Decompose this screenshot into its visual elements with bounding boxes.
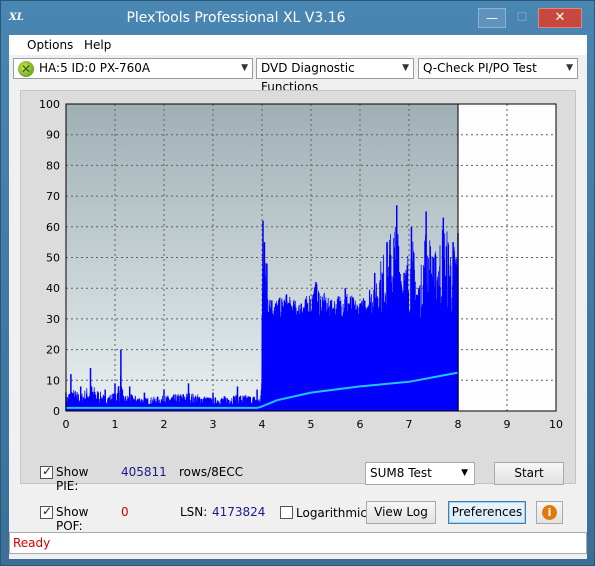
function-select[interactable]: DVD Diagnostic Functions ▼: [256, 58, 414, 94]
start-button[interactable]: Start: [494, 462, 564, 485]
x-tick-label: 4: [259, 418, 266, 431]
title-bar[interactable]: XL PlexTools Professional XL V3.16 — ☐ ✕: [1, 1, 594, 35]
chevron-down-icon: ▼: [461, 468, 468, 478]
x-tick-label: 2: [161, 418, 168, 431]
show-pie-label: Show PIE:: [56, 465, 89, 493]
maximize-button[interactable]: ☐: [508, 8, 536, 28]
y-tick-label: 70: [46, 190, 60, 203]
pie-count-value: 405811: [121, 465, 167, 479]
info-button[interactable]: i: [536, 501, 563, 524]
status-bar: Ready: [9, 532, 587, 554]
y-tick-label: 60: [46, 221, 60, 234]
logarithmic-checkbox[interactable]: [280, 506, 293, 519]
x-tick-label: 0: [63, 418, 70, 431]
pof-count-value: 0: [121, 505, 129, 519]
x-tick-label: 5: [308, 418, 315, 431]
chevron-down-icon: ▼: [241, 63, 248, 73]
window-title: PlexTools Professional XL V3.16: [126, 10, 346, 26]
y-tick-label: 20: [46, 344, 60, 357]
show-pie-checkbox[interactable]: [40, 464, 53, 479]
device-select[interactable]: HA:5 ID:0 PX-760A ▼: [13, 58, 253, 79]
y-tick-label: 0: [53, 405, 60, 418]
minimize-button[interactable]: —: [478, 8, 506, 28]
close-button[interactable]: ✕: [538, 8, 582, 28]
menu-bar: Options Help: [9, 35, 587, 55]
show-pof-checkbox[interactable]: [40, 504, 53, 519]
y-tick-label: 50: [46, 252, 60, 265]
y-tick-label: 30: [46, 313, 60, 326]
sum-test-select[interactable]: SUM8 Test ▼: [365, 462, 475, 485]
x-tick-label: 3: [210, 418, 217, 431]
y-tick-label: 100: [39, 98, 60, 111]
test-select[interactable]: Q-Check PI/PO Test ▼: [418, 58, 578, 79]
app-window: XL PlexTools Professional XL V3.16 — ☐ ✕…: [0, 0, 595, 566]
x-tick-label: 9: [504, 418, 511, 431]
preferences-button[interactable]: Preferences: [448, 501, 526, 524]
show-pof-label: Show POF:: [56, 505, 89, 533]
pie-chart: 0 10 20 30 40 50 60 70 80 90 100 0 1 2 3 4 5 6 7 8 9 10: [39, 98, 563, 431]
pie-unit-label: rows/8ECC: [179, 465, 244, 479]
x-tick-label: 10: [549, 418, 563, 431]
drive-status-icon: [18, 60, 34, 79]
test-select-value: Q-Check PI/PO Test: [423, 61, 537, 75]
y-tick-label: 90: [46, 129, 60, 142]
pie-chart-panel: 0 10 20 30 40 50 60 70 80 90 100 0 1 2 3 4 5 6 7 8 9 10: [20, 90, 576, 484]
lsn-label: LSN:: [180, 505, 208, 519]
menu-help[interactable]: Help: [84, 38, 111, 52]
menu-options[interactable]: Options: [27, 38, 73, 52]
chevron-down-icon: ▼: [402, 63, 409, 73]
y-tick-label: 10: [46, 374, 60, 387]
chevron-down-icon: ▼: [566, 63, 573, 73]
y-tick-label: 80: [46, 159, 60, 172]
x-tick-label: 7: [406, 418, 413, 431]
client-area: Options Help HA:5 ID:0 PX-760A ▼ DVD Dia…: [9, 35, 587, 559]
lsn-value: 4173824: [212, 505, 266, 519]
device-select-value: HA:5 ID:0 PX-760A: [39, 61, 151, 75]
y-tick-label: 40: [46, 282, 60, 295]
x-tick-label: 8: [455, 418, 462, 431]
x-tick-label: 1: [112, 418, 119, 431]
info-icon: i: [542, 505, 557, 520]
sum-test-value: SUM8 Test: [370, 466, 432, 480]
logarithmic-label: Logarithmic: [296, 506, 367, 520]
x-tick-label: 6: [357, 418, 364, 431]
view-log-button[interactable]: View Log: [366, 501, 436, 524]
